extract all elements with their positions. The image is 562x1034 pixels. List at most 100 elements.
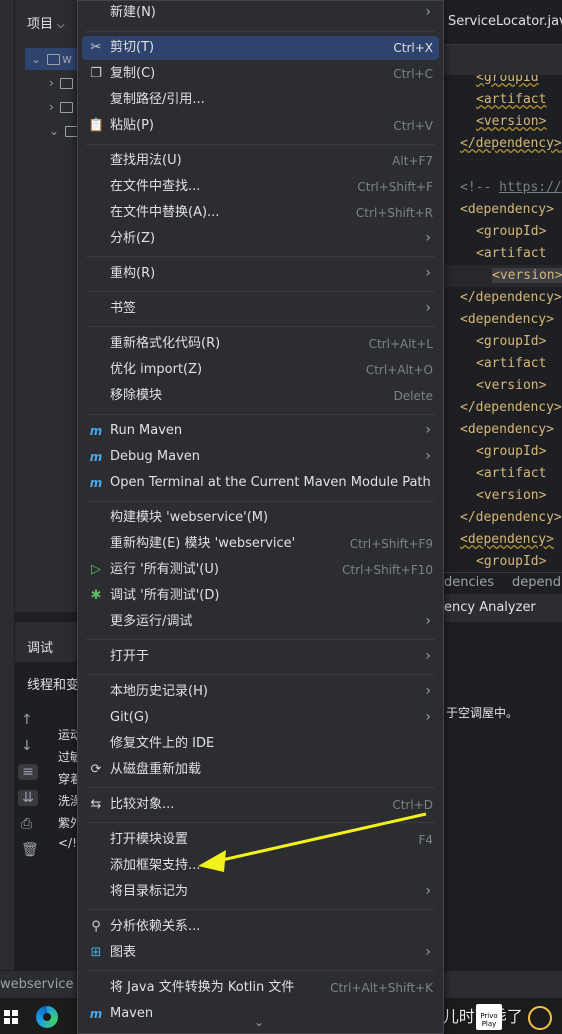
tray-app-icon[interactable] [528,1006,552,1030]
edge-browser-icon[interactable] [36,1006,58,1028]
code-line[interactable]: <version> [476,111,546,133]
menu-item-label: Debug Maven [110,449,200,464]
menu-item-local-history[interactable]: 本地历史记录(H) › [82,680,439,704]
soft-wrap-icon[interactable]: ≡ [18,764,38,780]
menu-item-shortcut: Ctrl+Shift+F [357,180,433,194]
menu-item-add-framework[interactable]: 添加框架支持... [82,854,439,878]
menu-item-label: 运行 '所有测试'(U) [110,562,219,577]
menu-item-label: 从磁盘重新加载 [110,762,202,777]
menu-item-diagrams[interactable]: ⊞ 图表 › [82,941,439,965]
tab-dependency-analyzer[interactable]: ency Analyzer [444,594,562,623]
code-line[interactable]: <groupId> [476,441,546,463]
menu-item-mark-directory[interactable]: 将目录标记为 › [82,880,439,904]
project-panel-title[interactable]: 项目 ⌵ [27,13,65,32]
print-icon[interactable]: ⎙ [21,816,32,832]
menu-item-label: 调试 '所有测试'(D) [110,588,220,603]
menu-separator [86,144,435,145]
maven-icon: m [89,450,103,464]
project-tree-item[interactable]: ⌄ [49,120,79,142]
menu-item-optimize-imports[interactable]: 优化 import(Z) Ctrl+Alt+O [82,358,439,382]
menu-item-label: 图表 [110,945,137,960]
menu-item-analyze[interactable]: 分析(Z) › [82,227,439,251]
code-line[interactable]: <artifact [476,463,546,485]
editor-tab[interactable]: ServiceLocator.jav [444,0,562,45]
menu-item-cut[interactable]: ✂ 剪切(T) Ctrl+X [82,36,439,60]
status-project[interactable]: webservice [0,977,73,992]
menu-item-reformat[interactable]: 重新格式化代码(R) Ctrl+Alt+L [82,332,439,356]
menu-item-replace-in-files[interactable]: 在文件中替换(A)... Ctrl+Shift+R [82,201,439,225]
menu-item-paste[interactable]: 📋 粘贴(P) Ctrl+V [82,114,439,138]
debug-title[interactable]: 调试 [27,637,53,656]
code-line[interactable]: <version> [444,265,562,287]
menu-item-git[interactable]: Git(G) › [82,706,439,730]
menu-item-module-settings[interactable]: 打开模块设置 F4 [82,828,439,852]
code-line[interactable]: <groupId> [476,331,546,353]
menu-item-label: 修复文件上的 IDE [110,736,215,751]
code-line[interactable]: <!-- https:// [460,177,562,199]
arrow-up-icon[interactable]: ↑ [21,712,33,728]
menu-item-run-maven[interactable]: m Run Maven › [82,419,439,443]
breadcrumb: dencies depend [444,572,562,595]
code-line[interactable]: </dependency> [460,133,562,155]
menu-item-convert-kotlin[interactable]: 将 Java 文件转换为 Kotlin 文件 Ctrl+Alt+Shift+K [82,976,439,1000]
menu-item-run-all-tests[interactable]: ▷ 运行 '所有测试'(U) Ctrl+Shift+F10 [82,558,439,582]
menu-item-compare-with[interactable]: ⇆ 比较对象... Ctrl+D [82,793,439,817]
code-line[interactable]: <version> [476,485,546,507]
menu-item-copy[interactable]: ❐ 复制(C) Ctrl+C [82,62,439,86]
menu-item-open-terminal-maven[interactable]: m Open Terminal at the Current Maven Modu… [82,471,439,495]
code-editor[interactable]: <groupId <artifact <version> </dependency> <… [444,75,562,572]
code-line[interactable]: <groupId [476,75,539,89]
code-line[interactable]: <dependency> [460,309,554,331]
arrow-down-icon[interactable]: ↓ [21,738,33,754]
menu-item-label: 查找用法(U) [110,153,182,168]
menu-item-bookmarks[interactable]: 书签 › [82,297,439,321]
chevron-right-icon: › [425,448,431,464]
folder-icon [59,77,73,89]
code-line[interactable]: <dependency> [460,199,554,221]
menu-item-reload-from-disk[interactable]: ⟳ 从磁盘重新加载 [82,758,439,782]
code-line[interactable]: <groupId> [476,221,546,243]
menu-item-build-module[interactable]: 构建模块 'webservice'(M) [82,506,439,530]
breadcrumb-item[interactable]: depend [512,575,561,590]
menu-item-shortcut: Ctrl+D [392,798,433,812]
code-line[interactable]: <artifact [476,89,546,111]
menu-item-remove-module[interactable]: 移除模块 Delete [82,384,439,408]
project-tree-item[interactable]: › [49,72,73,94]
menu-item-label: 重新格式化代码(R) [110,336,221,351]
menu-item-more-run-debug[interactable]: 更多运行/调试 › [82,610,439,634]
project-tree-item[interactable]: › [49,96,73,118]
menu-item-shortcut: Ctrl+X [393,41,433,55]
menu-item-rebuild-module[interactable]: 重新构建(E) 模块 'webservice' Ctrl+Shift+F9 [82,532,439,556]
menu-item-label: 更多运行/调试 [110,614,193,629]
code-line[interactable]: <artifact [476,353,546,375]
breadcrumb-item[interactable]: dencies [444,575,494,590]
code-line[interactable]: <dependency> [460,419,554,441]
code-line[interactable]: <artifact [476,243,546,265]
code-line[interactable]: </dependency> [460,287,562,309]
copy-icon: ❐ [90,66,102,81]
windows-start-icon[interactable] [4,1010,18,1024]
trash-icon[interactable]: 🗑 [21,842,39,858]
menu-item-find-usages[interactable]: 查找用法(U) Alt+F7 [82,149,439,173]
tab-threads-variables[interactable]: 线程和变 [27,674,79,693]
menu-item-find-in-files[interactable]: 在文件中查找... Ctrl+Shift+F [82,175,439,199]
code-line[interactable]: <groupId> [476,551,546,572]
menu-item-debug-maven[interactable]: m Debug Maven › [82,445,439,469]
menu-item-new[interactable]: 新建(N) › [82,1,439,25]
code-line[interactable]: <dependency> [460,529,554,551]
menu-item-open-in[interactable]: 打开于 › [82,645,439,669]
menu-item-refactor[interactable]: 重构(R) › [82,262,439,286]
menu-item-copy-path[interactable]: 复制路径/引用... [82,88,439,112]
code-line[interactable]: <version> [476,375,546,397]
menu-item-analyze-deps[interactable]: ⚲ 分析依赖关系... [82,915,439,939]
menu-item-label: 打开于 [110,649,150,664]
chevron-down-icon[interactable]: ⌄ [254,1015,264,1029]
code-line[interactable]: </dependency> [460,507,562,529]
project-tree-root[interactable]: ⌄ w [25,48,77,70]
tray-app-icon[interactable]: Privo Play [476,1004,502,1030]
code-line[interactable]: </dependency> [460,397,562,419]
menu-item-debug-all-tests[interactable]: ✱ 调试 '所有测试'(D) [82,584,439,608]
folder-icon [47,53,61,65]
scroll-to-end-icon[interactable]: ⇊ [18,790,38,806]
menu-item-repair-ide[interactable]: 修复文件上的 IDE [82,732,439,756]
